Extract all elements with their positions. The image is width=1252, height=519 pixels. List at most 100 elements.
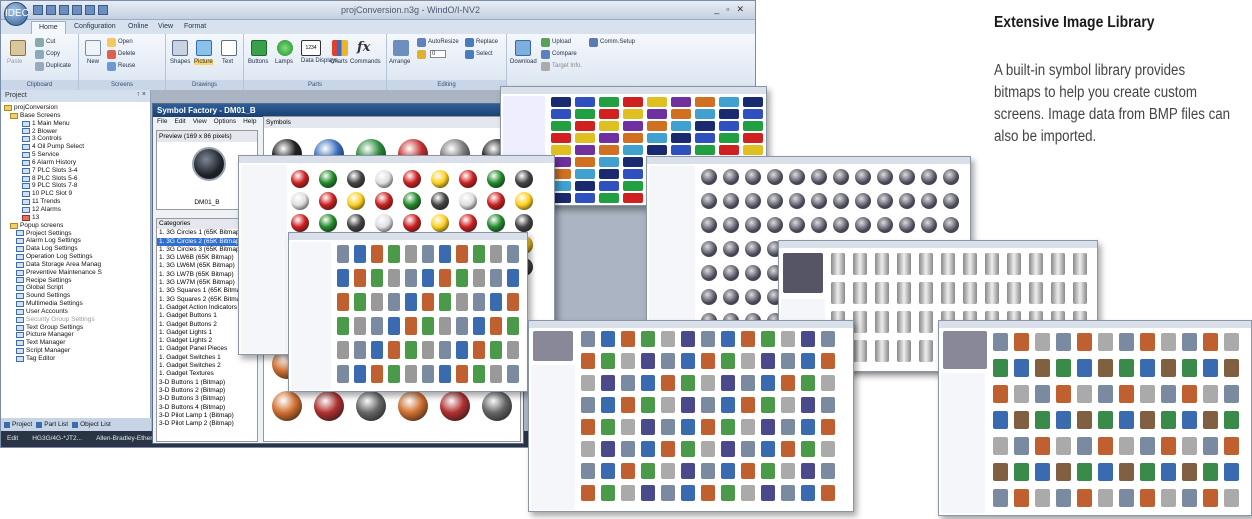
undo-icon[interactable] bbox=[85, 5, 95, 15]
tree-item[interactable]: Text Manager bbox=[4, 339, 150, 347]
tree-item[interactable]: Recipe Settings bbox=[4, 277, 150, 285]
tree-item[interactable]: Base Screens bbox=[4, 112, 150, 120]
tree-item[interactable]: 13 bbox=[4, 214, 150, 222]
tree-item[interactable]: Sound Settings bbox=[4, 292, 150, 300]
tab-project[interactable]: Project bbox=[4, 420, 32, 429]
menu-view[interactable]: View bbox=[193, 118, 207, 126]
tree-item[interactable]: 7 PLC Slots 3-4 bbox=[4, 167, 150, 175]
delete-screen-button[interactable]: Delete bbox=[118, 51, 135, 57]
comm-setup-button[interactable]: Comm.Setup bbox=[600, 39, 635, 45]
tab-view[interactable]: View bbox=[151, 21, 180, 34]
arrange-icon[interactable] bbox=[393, 40, 409, 56]
category-item[interactable]: 3-D Buttons 3 (Bitmap) bbox=[157, 395, 257, 403]
value-spinbox[interactable]: 0 bbox=[430, 50, 446, 58]
tree-item[interactable]: Preventive Maintenance S bbox=[4, 269, 150, 277]
tree-item[interactable]: 3 Controls bbox=[4, 135, 150, 143]
new-icon[interactable] bbox=[33, 5, 43, 15]
open-icon[interactable] bbox=[46, 5, 56, 15]
category-item[interactable]: 3-D Buttons 4 (Bitmap) bbox=[157, 404, 257, 412]
download-icon[interactable] bbox=[515, 40, 531, 56]
paste-button[interactable]: Paste bbox=[7, 59, 22, 65]
picture-icon[interactable] bbox=[196, 40, 212, 56]
window-controls[interactable]: _▫✕ bbox=[714, 4, 751, 15]
tree-item[interactable]: Text Group Settings bbox=[4, 324, 150, 332]
category-item[interactable]: 1. Gadget Switches 2 bbox=[157, 362, 257, 370]
tree-item[interactable]: Global Script bbox=[4, 284, 150, 292]
tree-item[interactable]: 1 Main Menu bbox=[4, 120, 150, 128]
menu-options[interactable]: Options bbox=[214, 118, 236, 126]
compare-button[interactable]: Compare bbox=[552, 51, 577, 57]
new-screen-button[interactable]: New bbox=[87, 59, 99, 65]
target-info-button[interactable]: Target Info. bbox=[552, 63, 582, 69]
tree-item[interactable]: 12 Alarms bbox=[4, 206, 150, 214]
lamps-button[interactable]: Lamps bbox=[275, 59, 293, 65]
category-item[interactable]: 3-D Pilot Lamp 1 (Bitmap) bbox=[157, 412, 257, 420]
select-button[interactable]: Select bbox=[476, 51, 493, 57]
tree-item[interactable]: 2 Blower bbox=[4, 128, 150, 136]
tree-item[interactable]: Data Storage Area Manag bbox=[4, 261, 150, 269]
lamps-icon[interactable] bbox=[277, 40, 293, 56]
category-item[interactable]: 3-D Pilot Lamp 2 (Bitmap) bbox=[157, 420, 257, 428]
print-icon[interactable] bbox=[72, 5, 82, 15]
tree-item[interactable]: Project Settings bbox=[4, 230, 150, 238]
application-orb[interactable]: IDEC bbox=[4, 2, 29, 26]
tree-item[interactable]: 9 PLC Slots 7-8 bbox=[4, 182, 150, 190]
picture-button[interactable]: Picture bbox=[194, 59, 213, 65]
category-item[interactable]: 3-D Buttons 1 (Bitmap) bbox=[157, 379, 257, 387]
buttons-button[interactable]: Buttons bbox=[248, 59, 268, 65]
menu-edit[interactable]: Edit bbox=[174, 118, 185, 126]
data-displays-icon[interactable]: 1234 bbox=[301, 40, 321, 56]
tree-item[interactable]: Operation Log Settings bbox=[4, 253, 150, 261]
tree-item[interactable]: User Accounts bbox=[4, 308, 150, 316]
tree-item[interactable]: Picture Manager bbox=[4, 331, 150, 339]
tree-item[interactable]: Security Group Settings bbox=[4, 316, 150, 324]
tree-item[interactable]: Script Manager bbox=[4, 347, 150, 355]
tree-item[interactable]: 10 PLC Slot 9 bbox=[4, 190, 150, 198]
text-button[interactable]: Text bbox=[222, 59, 233, 65]
open-screen-button[interactable]: Open bbox=[118, 39, 133, 45]
shapes-icon[interactable] bbox=[172, 40, 188, 56]
panel-close-icon[interactable]: ↑ × bbox=[136, 91, 146, 98]
tree-item[interactable]: 6 Alarm History bbox=[4, 159, 150, 167]
menu-file[interactable]: File bbox=[157, 118, 167, 126]
buttons-icon[interactable] bbox=[251, 40, 267, 56]
download-button[interactable]: Download bbox=[510, 59, 537, 65]
text-icon[interactable] bbox=[221, 40, 237, 56]
tree-item[interactable]: projConversion bbox=[4, 104, 150, 112]
menu-help[interactable]: Help bbox=[243, 118, 256, 126]
paste-icon[interactable] bbox=[10, 40, 26, 56]
tree-item[interactable]: Multimedia Settings bbox=[4, 300, 150, 308]
charts-button[interactable]: Charts bbox=[330, 59, 348, 65]
tab-object-list[interactable]: Object List bbox=[72, 420, 111, 429]
tree-item[interactable]: 8 PLC Slots 5-6 bbox=[4, 175, 150, 183]
shapes-button[interactable]: Shapes bbox=[170, 59, 190, 65]
arrange-button[interactable]: Arrange bbox=[389, 59, 410, 65]
tree-item[interactable]: 4 Oil Pump Select bbox=[4, 143, 150, 151]
tank-symbol bbox=[875, 311, 889, 333]
tab-part-list[interactable]: Part List bbox=[36, 420, 68, 429]
redo-icon[interactable] bbox=[98, 5, 108, 15]
tree-item[interactable]: Alarm Log Settings bbox=[4, 237, 150, 245]
upload-button[interactable]: Upload bbox=[552, 39, 571, 45]
duplicate-button[interactable]: Duplicate bbox=[46, 63, 71, 69]
tree-item[interactable]: 5 Service bbox=[4, 151, 150, 159]
reuse-button[interactable]: Reuse bbox=[118, 63, 135, 69]
tab-format[interactable]: Format bbox=[177, 21, 213, 34]
copy-button[interactable]: Copy bbox=[46, 51, 60, 57]
tree-item[interactable]: Popup screens bbox=[4, 222, 150, 230]
save-icon[interactable] bbox=[59, 5, 69, 15]
tab-configuration[interactable]: Configuration bbox=[67, 21, 123, 34]
replace-button[interactable]: Replace bbox=[476, 39, 498, 45]
charts-icon[interactable] bbox=[332, 40, 348, 56]
tree-item[interactable]: Tag Editor bbox=[4, 355, 150, 363]
new-screen-icon[interactable] bbox=[85, 40, 101, 56]
autoresize-button[interactable]: AutoResize bbox=[428, 39, 459, 45]
cut-button[interactable]: Cut bbox=[46, 39, 55, 45]
tab-home[interactable]: Home bbox=[31, 21, 66, 34]
category-item[interactable]: 1. Gadget Textures bbox=[157, 370, 257, 378]
category-item[interactable]: 3-D Buttons 2 (Bitmap) bbox=[157, 387, 257, 395]
tree-item[interactable]: Data Log Settings bbox=[4, 245, 150, 253]
tree-item[interactable]: 11 Trends bbox=[4, 198, 150, 206]
commands-button[interactable]: Commands bbox=[350, 59, 381, 65]
commands-icon[interactable]: fx bbox=[357, 40, 373, 56]
